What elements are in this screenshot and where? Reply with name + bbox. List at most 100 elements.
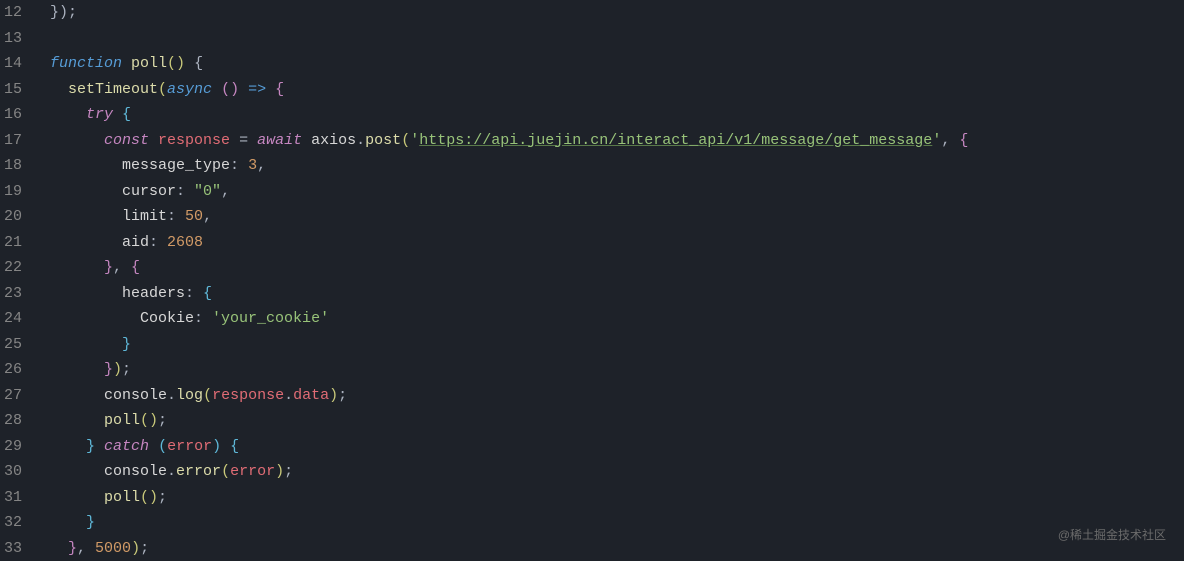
code-token: try [86, 106, 113, 123]
line-number: 12 [0, 0, 30, 26]
code-token [95, 438, 104, 455]
code-token: 2608 [167, 234, 203, 251]
code-token: headers [122, 285, 185, 302]
line-number: 16 [0, 102, 30, 128]
code-token: { [131, 259, 140, 276]
code-token [50, 208, 122, 225]
code-line[interactable]: setTimeout(async () => { [50, 77, 1184, 103]
code-token [50, 540, 68, 557]
code-token: . [284, 387, 293, 404]
code-line[interactable]: }, 5000); [50, 536, 1184, 561]
code-token: { [122, 106, 131, 123]
code-line[interactable]: console.log(response.data); [50, 383, 1184, 409]
code-token [50, 132, 104, 149]
code-editor[interactable]: 1213141516171819202122232425262728293031… [0, 0, 1184, 561]
code-line[interactable]: const response = await axios.post('https… [50, 128, 1184, 154]
code-token [149, 132, 158, 149]
code-token: ) [275, 463, 284, 480]
code-line[interactable]: } catch (error) { [50, 434, 1184, 460]
code-token [185, 55, 194, 72]
code-token [50, 106, 86, 123]
code-token: console [104, 463, 167, 480]
code-token: poll [104, 489, 140, 506]
code-token [50, 234, 122, 251]
code-line[interactable]: aid: 2608 [50, 230, 1184, 256]
code-token: poll [104, 412, 140, 429]
code-token: } [104, 259, 113, 276]
code-line[interactable]: limit: 50, [50, 204, 1184, 230]
code-token: } [86, 438, 95, 455]
code-token: function [50, 55, 122, 72]
code-token: } [68, 540, 77, 557]
code-line[interactable]: poll(); [50, 485, 1184, 511]
code-token [50, 310, 140, 327]
line-number: 22 [0, 255, 30, 281]
code-token: ) [329, 387, 338, 404]
code-token: . [356, 132, 365, 149]
code-line[interactable]: }, { [50, 255, 1184, 281]
code-line[interactable]: message_type: 3, [50, 153, 1184, 179]
code-token: response [212, 387, 284, 404]
code-token [248, 132, 257, 149]
line-number: 28 [0, 408, 30, 434]
code-token: https://api.juejin.cn/interact_api/v1/me… [419, 132, 932, 149]
code-token: { [194, 55, 203, 72]
code-line[interactable]: poll(); [50, 408, 1184, 434]
code-line[interactable]: } [50, 332, 1184, 358]
line-number: 17 [0, 128, 30, 154]
code-token: aid [122, 234, 149, 251]
line-number: 33 [0, 536, 30, 561]
code-token [50, 463, 104, 480]
code-token: ; [140, 540, 149, 557]
code-token: data [293, 387, 329, 404]
code-token: catch [104, 438, 149, 455]
code-token [50, 438, 86, 455]
line-number: 20 [0, 204, 30, 230]
code-line[interactable]: try { [50, 102, 1184, 128]
code-token: () [140, 489, 158, 506]
code-token [149, 438, 158, 455]
code-token: } [86, 514, 95, 531]
line-number: 23 [0, 281, 30, 307]
code-line[interactable]: }); [50, 0, 1184, 26]
line-number: 15 [0, 77, 30, 103]
code-token: . [167, 463, 176, 480]
code-token: ) [212, 438, 221, 455]
code-token: setTimeout [68, 81, 158, 98]
line-number: 29 [0, 434, 30, 460]
code-line[interactable]: headers: { [50, 281, 1184, 307]
line-number: 13 [0, 26, 30, 52]
code-token: 50 [185, 208, 203, 225]
code-token: { [275, 81, 284, 98]
code-token: = [239, 132, 248, 149]
code-token: error [176, 463, 221, 480]
code-line[interactable]: Cookie: 'your_cookie' [50, 306, 1184, 332]
code-token [50, 157, 122, 174]
code-token: 'your_cookie' [212, 310, 329, 327]
code-token [50, 183, 122, 200]
code-line[interactable]: } [50, 510, 1184, 536]
code-token: ; [158, 489, 167, 506]
code-line[interactable] [50, 26, 1184, 52]
line-number: 25 [0, 332, 30, 358]
code-token: , [77, 540, 95, 557]
code-content[interactable]: });function poll() { setTimeout(async ()… [30, 0, 1184, 561]
code-token [50, 412, 104, 429]
code-token: => [248, 81, 266, 98]
code-line[interactable]: function poll() { [50, 51, 1184, 77]
code-line[interactable]: }); [50, 357, 1184, 383]
code-token: message_type [122, 157, 230, 174]
line-number: 21 [0, 230, 30, 256]
code-token [50, 81, 68, 98]
code-token [50, 336, 122, 353]
code-token [302, 132, 311, 149]
code-token: () [167, 55, 185, 72]
code-token: ' [932, 132, 941, 149]
code-line[interactable]: cursor: "0", [50, 179, 1184, 205]
code-token: }); [50, 4, 77, 21]
code-token: 3 [248, 157, 257, 174]
line-number: 19 [0, 179, 30, 205]
code-line[interactable]: console.error(error); [50, 459, 1184, 485]
code-token [50, 285, 122, 302]
code-token: ; [158, 412, 167, 429]
